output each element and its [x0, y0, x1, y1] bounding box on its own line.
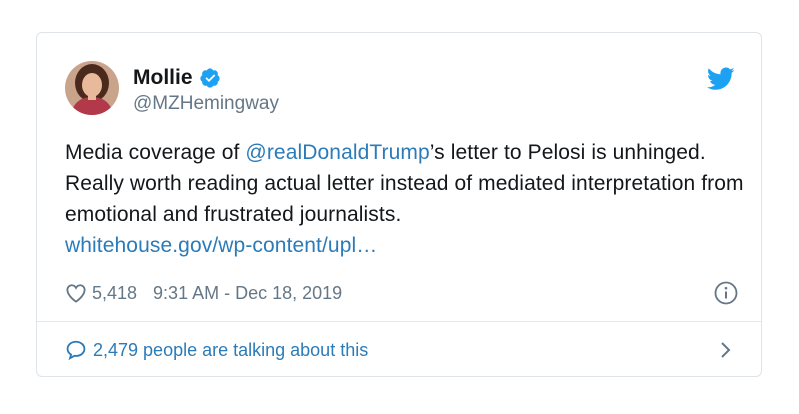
avatar[interactable] — [65, 61, 119, 115]
info-icon[interactable] — [713, 280, 739, 306]
mention-link[interactable]: @realDonaldTrump — [245, 141, 429, 164]
reply-bubble-icon — [65, 339, 87, 361]
handle[interactable]: @MZHemingway — [133, 93, 279, 115]
like-count[interactable]: 5,418 — [92, 283, 137, 304]
chevron-right-icon[interactable] — [715, 340, 735, 360]
name-block: Mollie @MZHemingway — [133, 65, 279, 115]
tweet-card[interactable]: Mollie @MZHemingway Media coverage of @r… — [36, 32, 762, 377]
meta-row: 5,418 9:31 AM - Dec 18, 2019 — [65, 280, 739, 306]
conversation-text: 2,479 people are talking about this — [93, 339, 369, 360]
tweet-header: Mollie @MZHemingway — [65, 61, 735, 117]
verified-badge-icon — [199, 67, 221, 89]
url-link[interactable]: whitehouse.gov/wp-content/upl… — [65, 234, 377, 257]
display-name-row: Mollie — [133, 65, 279, 91]
tweet-text: Media coverage of @realDonaldTrump’s let… — [65, 137, 745, 261]
conversation-link[interactable]: 2,479 people are talking about this — [65, 322, 735, 378]
twitter-bird-icon[interactable] — [706, 67, 735, 91]
tweet-text-part1: Media coverage of — [65, 141, 246, 164]
heart-icon[interactable] — [65, 283, 87, 303]
display-name[interactable]: Mollie — [133, 66, 193, 90]
timestamp[interactable]: 9:31 AM - Dec 18, 2019 — [153, 283, 342, 304]
